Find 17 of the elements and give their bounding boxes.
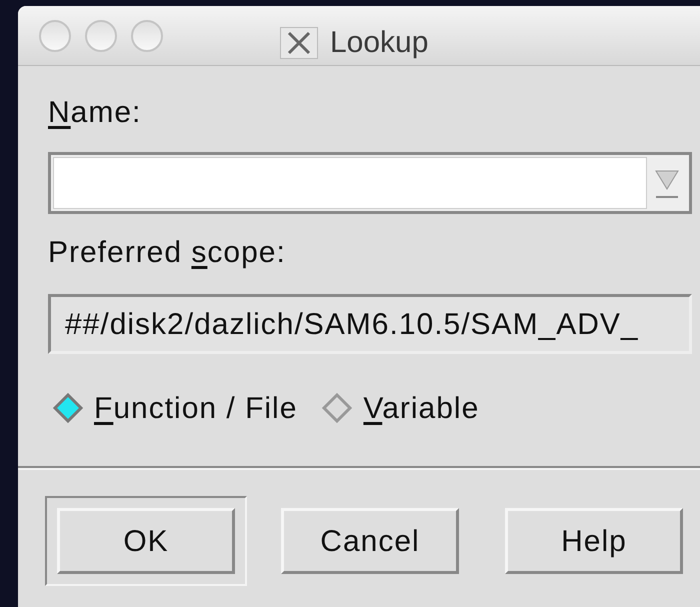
field-label: Name: [48,96,142,130]
name-field[interactable] [53,157,647,209]
radio-label: Variable [363,390,480,426]
radio-button[interactable] [52,392,84,424]
radio-button[interactable] [321,392,354,424]
window-control-icon[interactable] [85,20,117,52]
radio-label: Function / File [94,390,298,426]
x-app-icon [280,26,318,58]
field-label: Preferred scope: [48,236,287,270]
dialog-button[interactable]: Help [505,508,683,574]
name-combo-box[interactable] [48,152,692,214]
dialog-button[interactable]: OK [57,508,235,574]
window-control-icon[interactable] [131,20,163,52]
scope-field[interactable]: ##/disk2/dazlich/SAM6.10.5/SAM_ADV_ [48,294,692,354]
window-title: Lookup [330,25,428,61]
window-control-icon[interactable] [39,20,71,52]
dialog-button[interactable]: Cancel [281,508,459,574]
